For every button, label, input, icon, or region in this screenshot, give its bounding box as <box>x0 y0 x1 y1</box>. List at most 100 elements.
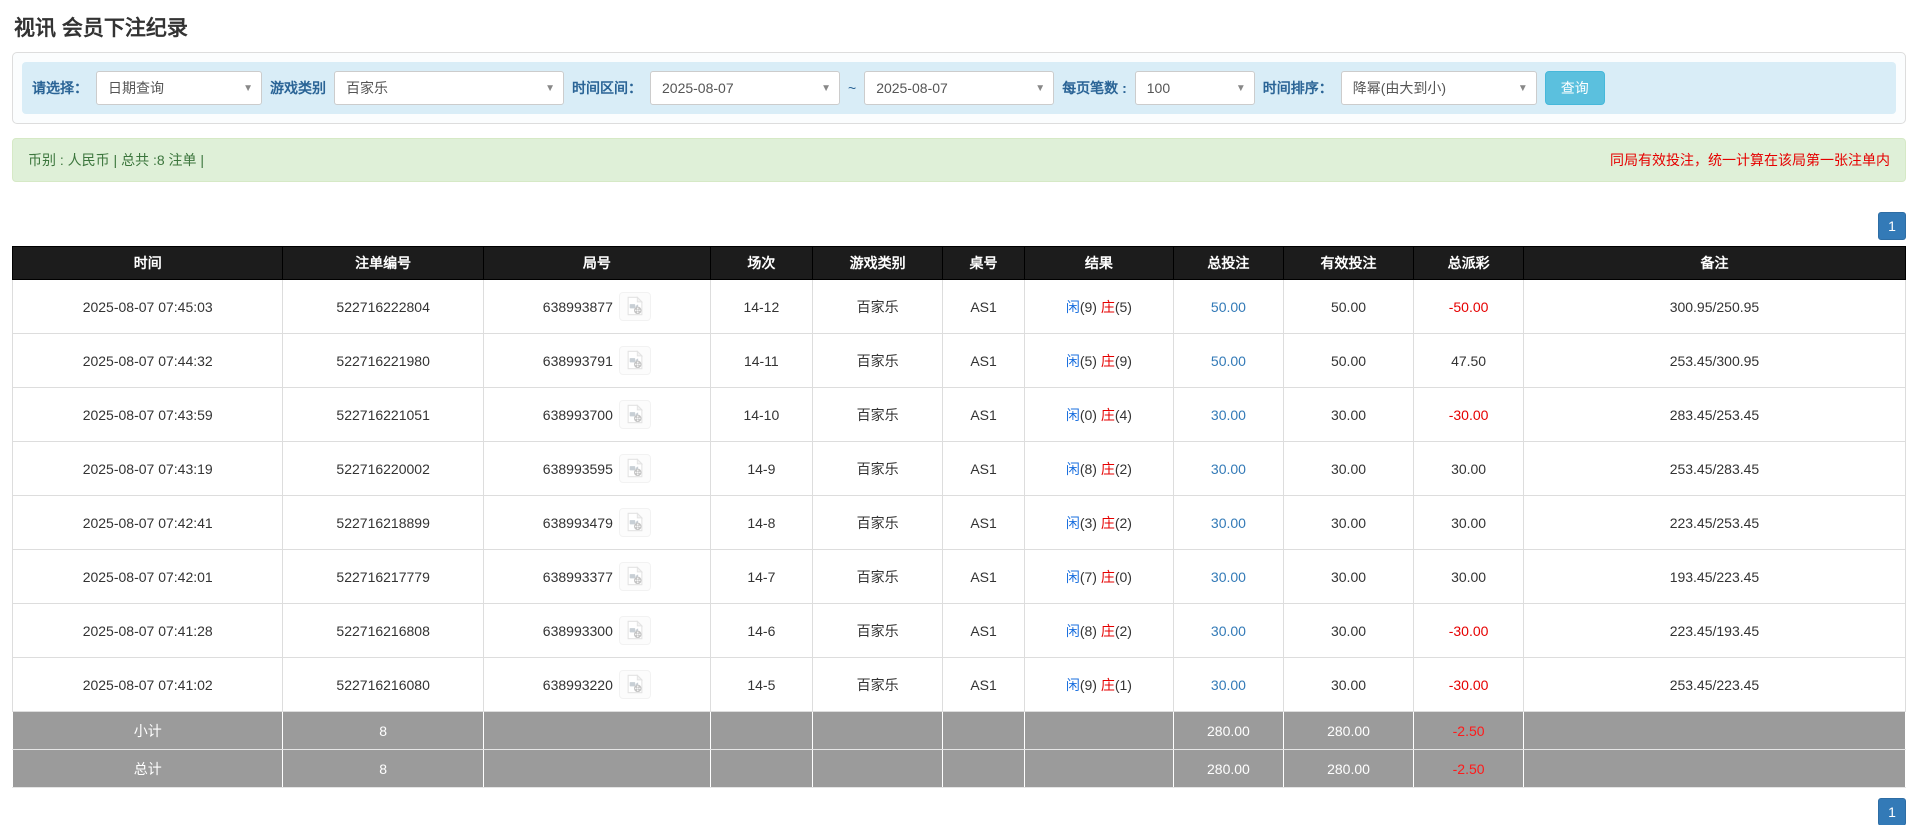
video-replay-button[interactable] <box>619 454 651 483</box>
per-page-dropdown[interactable]: 100 ▼ <box>1135 71 1255 105</box>
page-1-button[interactable]: 1 <box>1878 798 1906 825</box>
chevron-down-icon: ▼ <box>1027 83 1045 94</box>
subtotal-count: 8 <box>283 712 483 750</box>
search-button[interactable]: 查询 <box>1545 71 1605 105</box>
currency-total-text: 币别 : 人民币 | 总共 :8 注单 | <box>28 150 204 170</box>
cell-valid-bet: 50.00 <box>1283 334 1413 388</box>
cell-table-no: AS1 <box>943 388 1024 442</box>
video-replay-button[interactable] <box>619 616 651 645</box>
cell-remark: 300.95/250.95 <box>1523 280 1905 334</box>
video-replay-button[interactable] <box>619 346 651 375</box>
header-table-no: 桌号 <box>943 247 1024 280</box>
cell-session: 14-8 <box>710 496 812 550</box>
round-id-text: 638993479 <box>543 515 613 531</box>
total-bet-link[interactable]: 30.00 <box>1211 515 1246 531</box>
header-remark: 备注 <box>1523 247 1905 280</box>
cell-bet-id: 522716221051 <box>283 388 483 442</box>
page-1-button[interactable]: 1 <box>1878 212 1906 240</box>
date-to-dropdown[interactable]: 2025-08-07 ▼ <box>864 71 1054 105</box>
cell-payout: 30.00 <box>1414 442 1524 496</box>
cell-bet-id: 522716216080 <box>283 658 483 712</box>
cell-remark: 223.45/253.45 <box>1523 496 1905 550</box>
cell-total-bet: 30.00 <box>1174 658 1284 712</box>
pagination-top: 1 <box>12 212 1906 240</box>
sort-value: 降幂(由大到小) <box>1353 78 1446 98</box>
cell-table-no: AS1 <box>943 496 1024 550</box>
cell-valid-bet: 30.00 <box>1283 658 1413 712</box>
result-banker-label: 庄 <box>1101 407 1115 423</box>
date-to-value: 2025-08-07 <box>876 80 948 96</box>
video-replay-button[interactable] <box>619 292 651 321</box>
filter-panel: 请选择： 日期查询 ▼ 游戏类别 百家乐 ▼ 时间区间： 2025-08-07 … <box>12 52 1906 124</box>
result-banker-label: 庄 <box>1101 461 1115 477</box>
total-label: 总计 <box>13 750 283 788</box>
header-session: 场次 <box>710 247 812 280</box>
result-player-label: 闲 <box>1066 569 1080 585</box>
chevron-down-icon: ▼ <box>235 83 253 94</box>
table-row: 2025-08-07 07:42:01 522716217779 6389933… <box>13 550 1906 604</box>
video-replay-button[interactable] <box>619 508 651 537</box>
total-bet-link[interactable]: 30.00 <box>1211 677 1246 693</box>
total-bet-link[interactable]: 30.00 <box>1211 407 1246 423</box>
cell-round-id: 638993220 <box>483 658 710 712</box>
result-player-points: (0) <box>1080 407 1097 423</box>
table-header-row: 时间 注单编号 局号 场次 游戏类别 桌号 结果 总投注 有效投注 总派彩 备注 <box>13 247 1906 280</box>
cell-session: 14-9 <box>710 442 812 496</box>
video-replay-button[interactable] <box>619 562 651 591</box>
result-banker-label: 庄 <box>1101 569 1115 585</box>
cell-session: 14-7 <box>710 550 812 604</box>
cell-round-id: 638993377 <box>483 550 710 604</box>
result-player-points: (5) <box>1080 353 1097 369</box>
subtotal-payout: -2.50 <box>1414 712 1524 750</box>
total-bet-link[interactable]: 50.00 <box>1211 353 1246 369</box>
cell-bet-id: 522716221980 <box>283 334 483 388</box>
cell-game-type: 百家乐 <box>812 388 942 442</box>
query-type-value: 日期查询 <box>108 78 164 98</box>
table-row: 2025-08-07 07:43:59 522716221051 6389937… <box>13 388 1906 442</box>
cell-session: 14-11 <box>710 334 812 388</box>
result-player-label: 闲 <box>1066 299 1080 315</box>
cell-total-bet: 30.00 <box>1174 496 1284 550</box>
result-banker-label: 庄 <box>1101 353 1115 369</box>
subtotal-total-bet: 280.00 <box>1174 712 1284 750</box>
video-replay-button[interactable] <box>619 400 651 429</box>
header-time: 时间 <box>13 247 283 280</box>
cell-bet-id: 522716217779 <box>283 550 483 604</box>
video-clip-icon <box>624 683 646 698</box>
cell-remark: 283.45/253.45 <box>1523 388 1905 442</box>
cell-session: 14-6 <box>710 604 812 658</box>
subtotal-row: 小计 8 280.00 280.00 -2.50 <box>13 712 1906 750</box>
round-id-text: 638993377 <box>543 569 613 585</box>
cell-total-bet: 50.00 <box>1174 334 1284 388</box>
total-bet-link[interactable]: 50.00 <box>1211 299 1246 315</box>
query-type-dropdown[interactable]: 日期查询 ▼ <box>96 71 262 105</box>
total-count: 8 <box>283 750 483 788</box>
chevron-down-icon: ▼ <box>1510 83 1528 94</box>
cell-time: 2025-08-07 07:45:03 <box>13 280 283 334</box>
round-id-text: 638993595 <box>543 461 613 477</box>
cell-session: 14-10 <box>710 388 812 442</box>
table-body: 2025-08-07 07:45:03 522716222804 6389938… <box>13 280 1906 712</box>
cell-total-bet: 50.00 <box>1174 280 1284 334</box>
result-player-points: (9) <box>1080 299 1097 315</box>
result-player-label: 闲 <box>1066 461 1080 477</box>
game-type-dropdown[interactable]: 百家乐 ▼ <box>334 71 564 105</box>
round-id-text: 638993700 <box>543 407 613 423</box>
select-type-label: 请选择： <box>32 78 88 98</box>
date-from-dropdown[interactable]: 2025-08-07 ▼ <box>650 71 840 105</box>
total-bet-link[interactable]: 30.00 <box>1211 461 1246 477</box>
cell-time: 2025-08-07 07:42:41 <box>13 496 283 550</box>
result-banker-points: (2) <box>1115 461 1132 477</box>
sort-dropdown[interactable]: 降幂(由大到小) ▼ <box>1341 71 1537 105</box>
cell-game-type: 百家乐 <box>812 280 942 334</box>
total-bet-link[interactable]: 30.00 <box>1211 623 1246 639</box>
result-banker-points: (1) <box>1115 677 1132 693</box>
cell-table-no: AS1 <box>943 550 1024 604</box>
total-bet-link[interactable]: 30.00 <box>1211 569 1246 585</box>
result-banker-label: 庄 <box>1101 623 1115 639</box>
video-replay-button[interactable] <box>619 670 651 699</box>
cell-game-type: 百家乐 <box>812 496 942 550</box>
header-game-type: 游戏类别 <box>812 247 942 280</box>
total-total-bet: 280.00 <box>1174 750 1284 788</box>
result-banker-points: (9) <box>1115 353 1132 369</box>
